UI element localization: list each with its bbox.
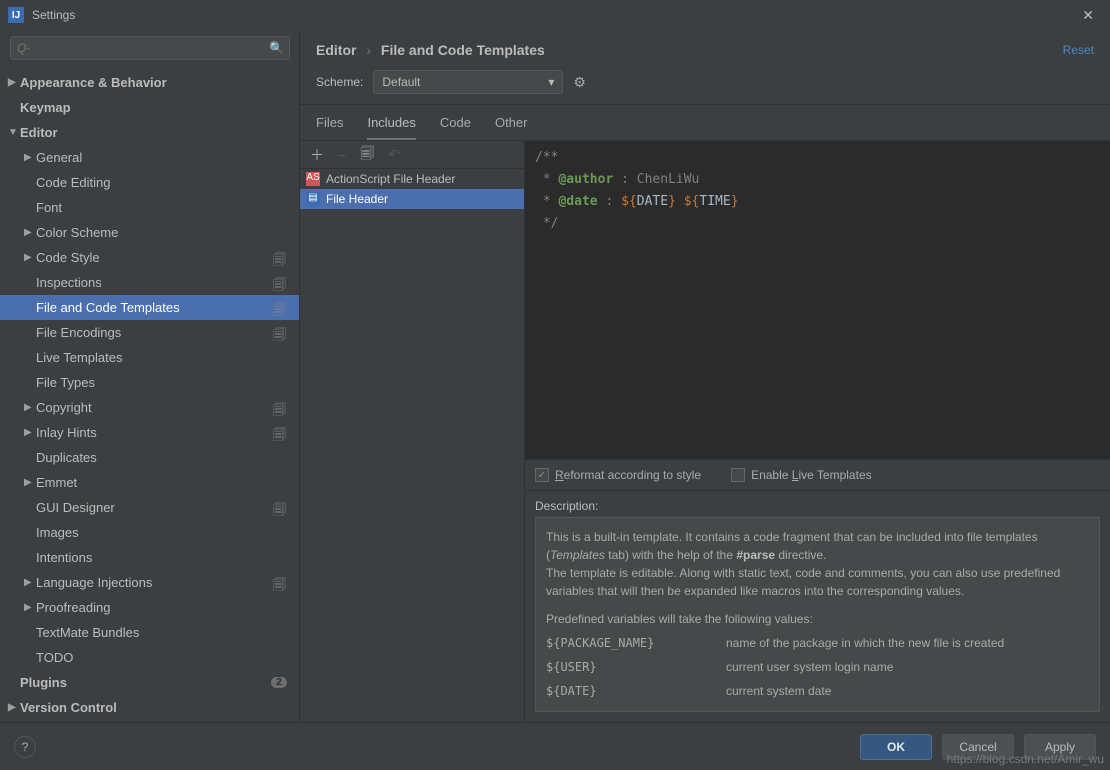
scheme-value: Default (382, 75, 420, 89)
tree-emmet[interactable]: ▶Emmet (0, 470, 299, 495)
tab-includes[interactable]: Includes (367, 115, 415, 140)
sidebar: 🔍 ▶Appearance & Behavior Keymap ▼Editor … (0, 30, 300, 722)
tabs: Files Includes Code Other (300, 105, 1110, 141)
chevron-down-icon: ▾ (548, 75, 554, 89)
scheme-select[interactable]: Default ▾ (373, 70, 563, 94)
copy-icon: 🗐 (273, 576, 287, 590)
reset-link[interactable]: Reset (1063, 43, 1094, 57)
tree-file-types[interactable]: File Types (0, 370, 299, 395)
close-icon[interactable]: ✕ (1074, 3, 1102, 28)
copy-icon: 🗐 (273, 501, 287, 515)
template-item-file-header[interactable]: ▤ File Header (300, 189, 524, 209)
copy-button[interactable]: 🗐 (360, 143, 374, 167)
tree-keymap[interactable]: Keymap (0, 95, 299, 120)
breadcrumb-editor[interactable]: Editor (316, 42, 356, 58)
tree-editor[interactable]: ▼Editor (0, 120, 299, 145)
copy-icon: 🗐 (273, 276, 287, 290)
tree-proofreading[interactable]: ▶Proofreading (0, 595, 299, 620)
tree-general[interactable]: ▶General (0, 145, 299, 170)
content-layout: 🔍 ▶Appearance & Behavior Keymap ▼Editor … (0, 30, 1110, 722)
as-file-icon: AS (306, 172, 320, 186)
app-icon: IJ (8, 7, 24, 23)
tree-code-style[interactable]: ▶Code Style🗐 (0, 245, 299, 270)
copy-icon: 🗐 (273, 326, 287, 340)
copy-icon: 🗐 (273, 251, 287, 265)
description-box: This is a built-in template. It contains… (535, 517, 1100, 712)
tab-other[interactable]: Other (495, 115, 528, 140)
reformat-label: Reformat according to style (555, 468, 701, 482)
scheme-label: Scheme: (316, 75, 363, 89)
copy-icon: 🗐 (273, 301, 287, 315)
ok-button[interactable]: OK (860, 734, 932, 760)
file-icon: ▤ (306, 192, 320, 206)
enable-live-templates-checkbox[interactable]: Enable Live Templates (731, 468, 872, 482)
copy-icon: 🗐 (273, 401, 287, 415)
footer: ? OK Cancel Apply (0, 722, 1110, 770)
code-editor[interactable]: /** * @author : ChenLiWu * @date : ${DAT… (525, 141, 1110, 460)
gear-icon[interactable]: ⚙ (573, 74, 586, 91)
template-item-actionscript[interactable]: AS ActionScript File Header (300, 169, 524, 189)
template-label: File Header (326, 192, 388, 206)
reformat-checkbox[interactable]: Reformat according to style (535, 468, 701, 482)
tree-inlay[interactable]: ▶Inlay Hints🗐 (0, 420, 299, 445)
tree-duplicates[interactable]: Duplicates (0, 445, 299, 470)
tree-file-templates[interactable]: File and Code Templates🗐 (0, 295, 299, 320)
search-input[interactable] (10, 36, 290, 60)
window-title: Settings (32, 8, 75, 22)
tree-file-encodings[interactable]: File Encodings🗐 (0, 320, 299, 345)
tree-color-scheme[interactable]: ▶Color Scheme (0, 220, 299, 245)
template-list-pane: ＋ − 🗐 ↶ AS ActionScript File Header ▤ Fi… (300, 141, 525, 722)
editor-pane: /** * @author : ChenLiWu * @date : ${DAT… (525, 141, 1110, 722)
tree-copyright[interactable]: ▶Copyright🗐 (0, 395, 299, 420)
tree-lang-inj[interactable]: ▶Language Injections🗐 (0, 570, 299, 595)
tree-intentions[interactable]: Intentions (0, 545, 299, 570)
revert-button[interactable]: ↶ (388, 146, 400, 163)
help-button[interactable]: ? (14, 736, 36, 758)
main-panel: Editor › File and Code Templates Reset S… (300, 30, 1110, 722)
tab-code[interactable]: Code (440, 115, 471, 140)
checkbox-icon (731, 468, 745, 482)
tree-textmate[interactable]: TextMate Bundles (0, 620, 299, 645)
tree-live-templates[interactable]: Live Templates (0, 345, 299, 370)
breadcrumb: Editor › File and Code Templates (316, 42, 545, 58)
tree-images[interactable]: Images (0, 520, 299, 545)
search-icon: 🔍 (269, 41, 284, 55)
tree-code-editing[interactable]: Code Editing (0, 170, 299, 195)
tree-gui-designer[interactable]: GUI Designer🗐 (0, 495, 299, 520)
tree-font[interactable]: Font (0, 195, 299, 220)
plugins-badge: 2 (271, 677, 287, 688)
template-label: ActionScript File Header (326, 172, 455, 186)
tree-appearance[interactable]: ▶Appearance & Behavior (0, 70, 299, 95)
tree-version-control[interactable]: ▶Version Control (0, 695, 299, 720)
enable-lt-label: Enable Live Templates (751, 468, 872, 482)
breadcrumb-current: File and Code Templates (381, 42, 545, 58)
tree-todo[interactable]: TODO (0, 645, 299, 670)
checkbox-icon (535, 468, 549, 482)
add-button[interactable]: ＋ (310, 145, 324, 165)
tree-inspections[interactable]: Inspections🗐 (0, 270, 299, 295)
copy-icon: 🗐 (273, 426, 287, 440)
settings-tree: ▶Appearance & Behavior Keymap ▼Editor ▶G… (0, 66, 299, 722)
description-label: Description: (525, 491, 1110, 517)
watermark-text: https://blog.csdn.net/Amir_wu (947, 752, 1104, 766)
title-bar: IJ Settings ✕ (0, 0, 1110, 30)
tree-plugins[interactable]: Plugins2 (0, 670, 299, 695)
tab-files[interactable]: Files (316, 115, 343, 140)
template-list: AS ActionScript File Header ▤ File Heade… (300, 169, 524, 722)
remove-button[interactable]: − (338, 147, 346, 163)
